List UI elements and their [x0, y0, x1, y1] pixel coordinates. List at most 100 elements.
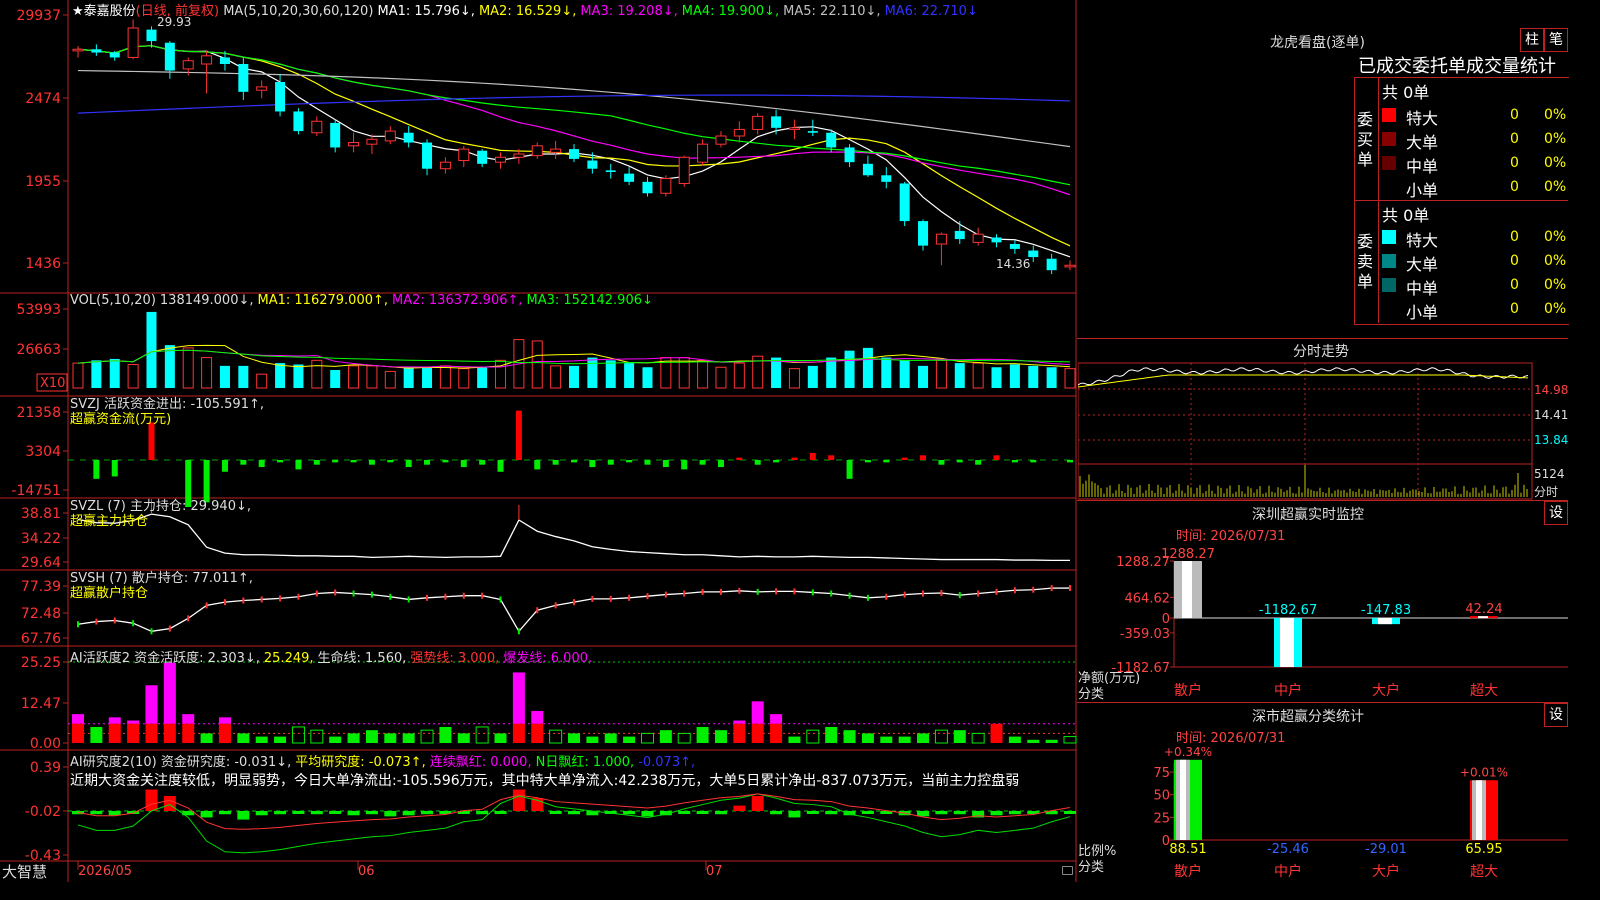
svzj-bar	[1067, 460, 1073, 463]
right-frame-1	[1077, 338, 1568, 339]
sz-class-value-label: 88.51	[1169, 842, 1206, 857]
sz-monitor-bar-highlight	[1378, 618, 1392, 625]
ma-legend-item: MA2: 16.529↓,	[478, 4, 577, 19]
sz-monitor-value-label: 42.24	[1465, 602, 1502, 617]
candle-body-down	[293, 111, 304, 132]
ai-active-legend: AI活跃度2 资金活跃度: 2.303↓, 25.249, 生命线: 1.560, 强…	[70, 647, 596, 666]
ai-active-legend-item: 生命线: 1.560,	[317, 651, 407, 666]
ai-active-bar-base	[990, 723, 1003, 743]
stock-title[interactable]: ★泰嘉股份	[72, 4, 136, 19]
sz-monitor-y-label: 0	[1162, 612, 1170, 627]
ai-active-bar	[329, 736, 342, 743]
svzj-axis-label: 3304	[25, 444, 61, 460]
svzj-bar	[295, 460, 302, 470]
ai-research-bar	[347, 811, 360, 816]
candle-body-up	[733, 128, 745, 137]
vol-bar	[771, 357, 782, 388]
sz-class-y-label: 75	[1153, 766, 1170, 781]
sz-monitor-bar-highlight	[1182, 561, 1192, 618]
ai-research-bar	[1008, 811, 1021, 815]
buy-side-label: 委买单	[1357, 110, 1374, 169]
candle-body-up	[935, 233, 947, 245]
svzl-axis-label: 29.64	[21, 555, 61, 571]
svzj-bar	[809, 452, 816, 460]
sz-monitor-category: 中户	[1274, 682, 1302, 699]
sell-total: 共 0单	[1382, 206, 1430, 225]
ai-research-bar	[255, 811, 268, 816]
ai-research-bar	[200, 811, 213, 818]
sz-class-category: 大户	[1372, 863, 1400, 880]
vol-bar	[201, 357, 213, 389]
svzj-axis-label: -14751	[11, 483, 61, 499]
ai-active-bar	[255, 736, 268, 743]
tick-view-button[interactable]: 笔	[1544, 28, 1568, 52]
intraday-price-high: 14.98	[1534, 383, 1569, 397]
vol-bar	[697, 359, 709, 389]
ai-research-bar	[402, 811, 415, 816]
vol-axis-label: 53993	[16, 302, 61, 318]
ai-research-bar	[549, 811, 562, 814]
order-count: 0	[1510, 131, 1519, 147]
vol-bar	[807, 365, 818, 388]
sz-class-category: 超大	[1470, 864, 1498, 880]
candle-body-up	[678, 156, 690, 184]
sz-monitor-value-label: -1182.67	[1259, 603, 1317, 618]
ai-research-bar	[365, 811, 378, 815]
candle-body-down	[109, 52, 120, 58]
vol-bar	[715, 366, 727, 389]
svzl-legend: SVZL (7) 主力持仓: 29.940↓, 超赢主力持仓	[70, 499, 251, 529]
ai-active-bar-top	[108, 717, 121, 724]
vol-bar	[458, 368, 470, 389]
ai-active-bar-base	[145, 723, 158, 743]
ma-label: MA(5,10,20,30,60,120)	[223, 4, 374, 19]
sell-side-column	[1378, 201, 1379, 323]
main-chart-area[interactable]: 29937 2474 1955 1436 29.93 14.36 53993 26663 X10…	[0, 0, 1077, 882]
vol-bar	[330, 370, 341, 388]
vol-bar	[439, 365, 451, 389]
svzj-bar	[754, 460, 761, 465]
candle-body-up	[311, 120, 323, 134]
intraday-price-low: 13.84	[1534, 433, 1569, 447]
svzj-bar	[681, 460, 688, 470]
ai-active-bar	[439, 726, 452, 743]
order-count: 0	[1510, 253, 1519, 269]
candle-body-up	[697, 143, 709, 163]
svzj-bar	[387, 460, 394, 463]
price-axis-label: 1436	[25, 256, 61, 272]
candle-body-up	[366, 138, 378, 145]
svzj-bar	[203, 460, 210, 503]
sz-monitor-y-label: -359.03	[1120, 627, 1170, 642]
ai-active-legend-item: 强势线: 3.000,	[410, 651, 500, 666]
candle-body-up	[458, 148, 470, 162]
ai-active-bar-top	[770, 714, 783, 724]
order-size-swatch	[1382, 156, 1396, 170]
ai-active-bar	[953, 730, 966, 743]
order-count: 0	[1510, 107, 1519, 123]
ai-active-bar-top	[72, 714, 84, 724]
ai-research-bar	[163, 795, 176, 811]
candle-body-down	[164, 42, 175, 71]
candle-body-down	[771, 116, 782, 128]
lock-icon[interactable]	[1062, 866, 1073, 875]
ai-active-bar-base	[751, 723, 764, 743]
svzj-bar	[975, 460, 982, 465]
svzl-axis-label: 34.22	[21, 531, 61, 547]
sell-side-label: 委卖单	[1357, 232, 1374, 291]
svzj-bar	[717, 460, 724, 468]
ai-active-bar-top	[163, 662, 176, 724]
vol-legend-item: 138149.000↓,	[159, 293, 254, 308]
ma-legend-item: MA6: 22.710↓	[884, 4, 978, 19]
intraday-chart-svg	[1078, 362, 1533, 500]
order-size-label: 特大	[1406, 109, 1439, 128]
ai-research-bar	[825, 811, 838, 815]
svzj-bar	[93, 460, 100, 479]
column-view-button[interactable]: 柱	[1520, 28, 1544, 52]
intraday-panel[interactable]: 分时走势 14.98 14.41 13.84 5124 分时	[1078, 339, 1568, 500]
ai-active-bar	[457, 733, 470, 743]
ai-active-legend-item: 25.249,	[263, 651, 314, 666]
low-price-label: 14.36	[996, 257, 1030, 271]
candle-body-down	[642, 181, 653, 194]
vol-bar	[991, 367, 1002, 388]
order-size-swatch	[1382, 278, 1396, 292]
vol-bar	[146, 311, 157, 388]
